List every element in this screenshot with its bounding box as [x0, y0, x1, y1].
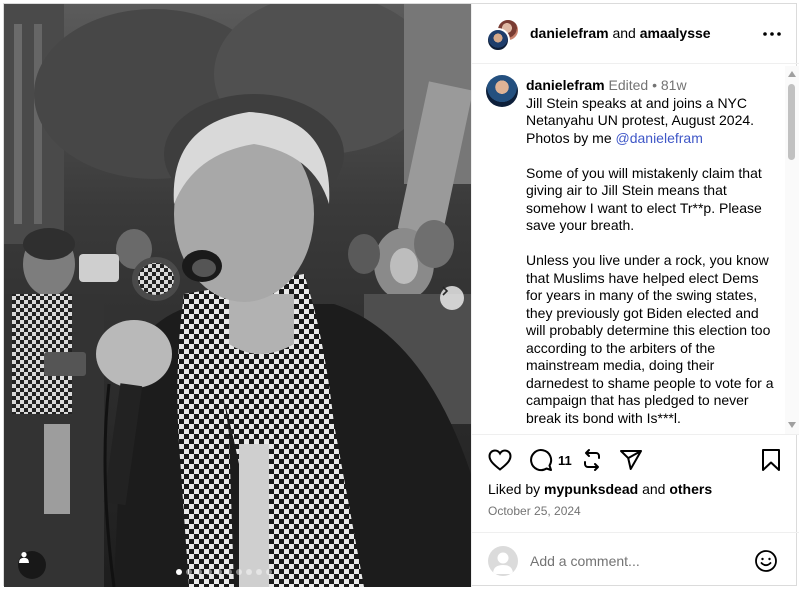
repost-icon [584, 449, 600, 471]
carousel-dot [266, 569, 272, 575]
comment-icon [530, 449, 553, 472]
caption-username[interactable]: danielefram [526, 77, 605, 93]
share-icon [620, 450, 642, 470]
post-side-panel: danielefram and amaalysse danielefram Ed… [471, 4, 799, 587]
caption-scroll-area[interactable]: danielefram Edited • 81w Jill Stein spea… [472, 65, 799, 433]
carousel-dot [206, 569, 212, 575]
heart-icon [488, 449, 512, 471]
post-dialog: danielefram and amaalysse danielefram Ed… [3, 3, 799, 587]
edited-label: Edited [608, 77, 649, 93]
more-icon [763, 32, 781, 36]
avatar[interactable] [486, 75, 518, 107]
liked-by-user-link[interactable]: mypunksdead [544, 481, 638, 497]
post-actions: 11 [472, 434, 799, 484]
authors-conjunction: and [608, 25, 640, 41]
author-link[interactable]: danielefram [530, 25, 609, 41]
caption-paragraph: Unless you live under a rock, you know t… [526, 252, 774, 426]
collab-avatars[interactable] [486, 18, 520, 52]
more-options-button[interactable] [760, 22, 784, 46]
caption-paragraph: Some of you will mistakenly claim that g… [526, 164, 762, 234]
save-button[interactable] [761, 447, 781, 473]
emoji-button[interactable] [754, 549, 778, 573]
carousel-indicator [176, 569, 272, 575]
bookmark-icon [762, 449, 780, 471]
carousel-dot [216, 569, 222, 575]
like-button[interactable] [488, 447, 512, 473]
user-tag-icon [19, 552, 29, 563]
carousel-dot [226, 569, 232, 575]
chevron-right-icon [442, 286, 449, 296]
liked-by-text: Liked by mypunksdead and others [488, 481, 712, 497]
mention-link[interactable]: @danielefram [616, 130, 703, 146]
carousel-dot [236, 569, 242, 575]
author-link[interactable]: amaalysse [640, 25, 711, 41]
emoji-icon [755, 550, 777, 572]
meta-separator: • [648, 77, 661, 93]
caption-scrollbar[interactable] [785, 66, 799, 434]
user-tags-button[interactable] [18, 551, 46, 579]
post-age[interactable]: 81w [661, 77, 687, 93]
carousel-dot [196, 569, 202, 575]
carousel-next-button[interactable] [440, 286, 464, 310]
comment-composer: Add a comment... [472, 532, 799, 587]
scroll-down-arrow[interactable] [788, 422, 796, 428]
post-photo[interactable] [4, 4, 471, 587]
repost-button[interactable] [580, 447, 604, 473]
caption-text: danielefram Edited • 81w Jill Stein spea… [526, 77, 776, 427]
avatar [488, 546, 518, 576]
post-authors: danielefram and amaalysse [530, 25, 711, 41]
avatar [486, 28, 510, 52]
comment-count: 11 [558, 453, 572, 468]
liked-by-others-link[interactable]: others [669, 481, 712, 497]
carousel-dot [176, 569, 182, 575]
photo-image [4, 4, 471, 587]
scroll-thumb[interactable] [788, 84, 795, 160]
liked-by-prefix: Liked by [488, 481, 545, 497]
post-header: danielefram and amaalysse [472, 4, 799, 64]
carousel-dot [256, 569, 262, 575]
comment-button[interactable] [529, 447, 553, 473]
post-date[interactable]: October 25, 2024 [488, 504, 581, 518]
liked-by-mid: and [638, 481, 670, 497]
comment-input[interactable]: Add a comment... [530, 553, 640, 569]
default-avatar-icon [493, 552, 513, 574]
scroll-up-arrow[interactable] [788, 71, 796, 77]
carousel-dot [186, 569, 192, 575]
carousel-dot [246, 569, 252, 575]
share-button[interactable] [619, 447, 643, 473]
